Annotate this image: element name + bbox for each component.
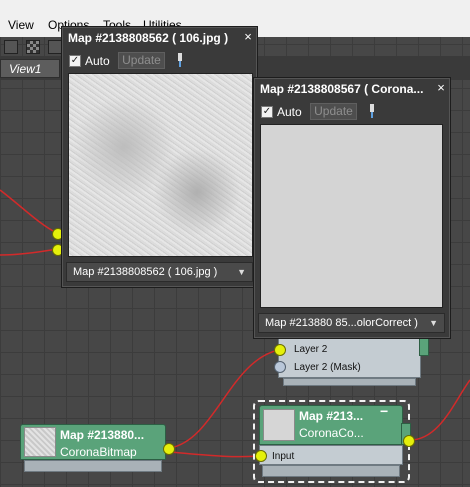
eyedropper-icon[interactable] [175,53,185,67]
node-colorcorrect-type: CoronaCo... [299,426,364,440]
socket-bitmap-output[interactable] [163,443,175,455]
auto-checkbox[interactable]: ✓ [261,106,273,118]
window-right-title: Map #2138808567 ( Corona... [260,82,424,96]
layer2-mask-label: Layer 2 (Mask) [294,362,361,373]
bitmap-thumbnail [24,427,56,457]
colorcorrect-preview [260,124,443,308]
node-colorcorrect-title: Map #213... [299,409,364,423]
node-bitmap-footer [24,460,162,472]
node-colorcorrect-footer [262,465,400,477]
colorcorrect-thumbnail [263,409,295,441]
socket-layer2[interactable] [274,344,286,356]
bitmap-preview [68,73,253,257]
auto-checkbox[interactable]: ✓ [69,55,81,67]
dropdown-right-value: Map #213880 85...olorCorrect ) [265,317,418,329]
wire-left-lower [0,248,58,256]
socket-input[interactable] [255,450,267,462]
node-bitmap-title: Map #213880... [60,428,145,442]
update-button[interactable]: Update [118,52,165,69]
socket-colorcorrect-output[interactable] [403,435,415,447]
chevron-down-icon: ▼ [429,318,438,328]
node-bitmap-type: CoronaBitmap [60,445,137,459]
node-layered-footer [283,378,416,386]
map-dropdown-right[interactable]: Map #213880 85...olorCorrect ) ▼ [258,313,445,333]
close-icon[interactable]: × [239,29,257,45]
input-label: Input [272,451,295,462]
eyedropper-icon[interactable] [367,104,377,118]
map-dropdown-left[interactable]: Map #2138808562 ( 106.jpg ) ▼ [66,262,253,282]
chevron-down-icon: ▼ [237,267,246,277]
collapse-icon[interactable]: − [380,403,388,419]
wire-bitmap-to-input [169,451,261,458]
auto-label: Auto [85,54,110,68]
close-icon[interactable]: × [432,80,450,96]
window-left-title: Map #2138808562 ( 106.jpg ) [68,31,229,45]
map-preview-window-right[interactable]: Map #2138808567 ( Corona... × ✓ Auto Upd… [253,77,451,339]
wire-left-upper [0,189,58,234]
node-layered-output-tab[interactable] [419,338,429,356]
auto-label: Auto [277,105,302,119]
layer2-label: Layer 2 [294,344,328,355]
map-preview-window-left[interactable]: Map #2138808562 ( 106.jpg ) × ✓ Auto Upd… [61,26,258,288]
slate-material-editor: View Options Tools Utilities View1 Layer… [0,0,470,487]
wire-output-right [409,379,470,441]
socket-layer2-mask[interactable] [274,361,286,373]
update-button[interactable]: Update [310,103,357,120]
dropdown-left-value: Map #2138808562 ( 106.jpg ) [73,266,218,278]
